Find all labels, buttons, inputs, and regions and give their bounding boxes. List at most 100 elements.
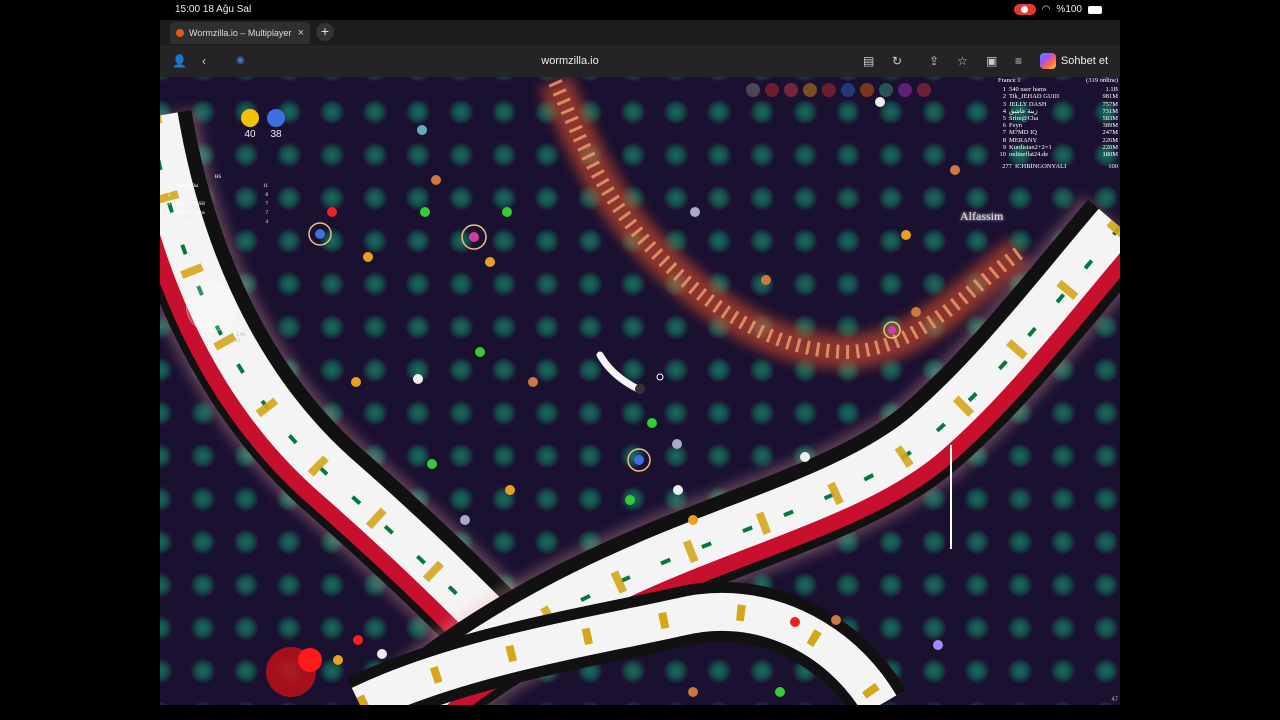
enemy-player-name: Alfassim: [960, 209, 1004, 223]
speed-boost-icon: [241, 109, 259, 127]
leaderboard-score: 389M: [1102, 122, 1118, 130]
speed-boost-count: 40: [244, 129, 256, 140]
address-bar[interactable]: ◉ wormzilla.io: [220, 50, 920, 72]
url-text: wormzilla.io: [541, 55, 599, 67]
magnet-boost: 38: [266, 109, 286, 140]
leaderboard-score: 226M: [1102, 136, 1118, 144]
leaderboard-rank: 10: [999, 151, 1007, 159]
speed-boost: 40: [240, 109, 260, 140]
own-name: ICHBİNGONYALI: [1015, 163, 1067, 171]
status-date: 18 Ağu Sal: [202, 4, 252, 15]
leaderboard-rows: 1 540 user hams 1.1B 2 Tik_JEHAD GUIII 981M 3 J…: [998, 86, 1119, 159]
leaderboard-name: Sri̇̇m@Cha: [1009, 115, 1039, 123]
leaderboard-rank: 8: [1002, 136, 1006, 144]
battery-percent: %100: [1056, 4, 1082, 15]
hs-name: Sri̇̇m@Cha: [176, 184, 199, 189]
hs-title: HS: [214, 175, 222, 180]
leaderboard-row: 2 Tik_JEHAD GUIII 981M: [998, 93, 1118, 100]
hs-rank: 2: [168, 193, 171, 198]
leaderboard-name: زينة عاشق: [1009, 107, 1038, 115]
close-tab-icon[interactable]: ×: [298, 27, 304, 39]
leaderboard-name: Kurdistan2+2=1: [1009, 143, 1052, 151]
powerup-slot-icon: [879, 83, 893, 97]
leaderboard-row: 6 Feyn 389M: [998, 122, 1118, 129]
leaderboard-score: 180M: [1102, 151, 1118, 159]
powerup-slot-icon: [898, 83, 912, 97]
minimap-label: LL: [236, 338, 242, 344]
leaderboard-name: JELLY DASH: [1009, 100, 1047, 108]
leaderboard-score: 757M: [1102, 100, 1118, 108]
back-icon[interactable]: ‹: [202, 54, 206, 68]
tab-wormzilla[interactable]: Wormzilla.io – Multiplayer ×: [170, 22, 310, 44]
leaderboard-row: 4 زينة عاشق 731M: [998, 108, 1118, 115]
hs-name: 540 user hams: [176, 211, 205, 216]
status-time: 15:00: [175, 4, 201, 15]
profile-icon[interactable]: 👤: [172, 54, 187, 68]
leaderboard-rank: 3: [1002, 100, 1006, 108]
reader-mode-icon[interactable]: ▤: [863, 54, 874, 68]
game-canvas[interactable]: 40 38 HS 1 Sri̇̇m@Cha 11 2 8 3 JELLY DASH 7 4 540…: [160, 77, 1120, 705]
hs-row: 5 الكرار 101 4: [168, 218, 268, 227]
reload-icon[interactable]: ↻: [892, 54, 902, 68]
leaderboard-score: 583M: [1102, 115, 1118, 123]
leaderboard-score: 981M: [1102, 93, 1118, 101]
new-tab-button[interactable]: +: [316, 23, 334, 41]
powerup-slot-icon: [822, 83, 836, 97]
leaderboard-own-row: 277 ICHBİNGONYALI 100: [998, 163, 1118, 170]
leaderboard-row: 7 M7MD IQ 247M: [998, 129, 1118, 136]
hs-score: 7: [265, 202, 269, 207]
leaderboard-rank: 6: [1002, 122, 1006, 130]
leaderboard-rank: 5: [1002, 115, 1006, 123]
leaderboard-rank: 1: [1002, 86, 1006, 94]
hs-rank: 5: [168, 220, 171, 225]
own-score: 100: [1108, 163, 1118, 171]
hs-name: JELLY DASH: [176, 202, 205, 207]
chat-button[interactable]: Sohbet et: [1039, 53, 1108, 69]
copilot-icon: [1039, 53, 1056, 69]
bookmark-star-icon[interactable]: ☆: [957, 54, 968, 68]
player-worm: [596, 351, 642, 393]
battery-icon: [1088, 5, 1102, 14]
ipad-screen: 15:00 18 Ağu Sal ◠ %100 Wormzilla.io – M…: [160, 0, 1120, 705]
powerup-slot-icon: [860, 83, 874, 97]
hs-row: 4 540 user hams 7: [168, 209, 268, 218]
menu-icon[interactable]: ≡: [1015, 54, 1022, 68]
hs-name: الكرار 101: [176, 220, 197, 225]
hs-score: 11: [263, 184, 268, 189]
hs-score: 4: [265, 220, 269, 225]
tab-title: Wormzilla.io – Multiplayer: [189, 28, 292, 38]
minimap: [186, 282, 236, 332]
leaderboard-rank: 7: [1002, 129, 1006, 137]
leaderboard-score: 220M: [1102, 143, 1118, 151]
screen-record-icon[interactable]: [1013, 4, 1036, 15]
tabs-icon[interactable]: ▣: [986, 54, 997, 68]
magnet-boost-count: 38: [270, 129, 282, 140]
own-rank: 277: [1002, 163, 1012, 171]
hs-panel: HS 1 Sri̇̇m@Cha 11 2 8 3 JELLY DASH 7 4 540 user …: [168, 173, 268, 227]
hs-rows: 1 Sri̇̇m@Cha 11 2 8 3 JELLY DASH 7 4 540 user ham…: [168, 182, 268, 227]
hs-rank: 3: [168, 202, 171, 207]
hs-row: 3 JELLY DASH 7: [168, 200, 268, 209]
boost-gauge: [950, 445, 952, 549]
site-info-icon[interactable]: ◉: [236, 50, 245, 72]
leaderboard-row: 3 JELLY DASH 757M: [998, 101, 1118, 108]
hs-rank: 1: [168, 184, 171, 189]
status-bar: 15:00 18 Ağu Sal ◠ %100: [160, 0, 1120, 20]
leaderboard-rank: 9: [1002, 143, 1006, 151]
powerup-slot-icon: [765, 83, 779, 97]
leaderboard-row: 8 MERANY 226M: [998, 137, 1118, 144]
leaderboard-name: MERANY: [1009, 136, 1038, 144]
leaderboard-rank: 2: [1002, 93, 1006, 101]
tab-bar: Wormzilla.io – Multiplayer × +: [160, 20, 1120, 45]
joystick-knob[interactable]: [298, 648, 322, 672]
leaderboard: France 1 (319 online) 1 540 user hams 1.1B…: [998, 77, 1118, 170]
hs-row: 28: [168, 191, 268, 200]
hs-row: 1 Sri̇̇m@Cha 11: [168, 182, 268, 191]
powerup-slot-icon: [746, 83, 760, 97]
powerup-slot-icon: [784, 83, 798, 97]
leaderboard-name: Feyn: [1009, 122, 1022, 130]
aim-cursor: [656, 373, 664, 381]
leaderboard-score: 247M: [1102, 129, 1118, 137]
browser-toolbar: 👤 ‹ ◉ wormzilla.io ▤ ↻ ⇪ ☆ ▣ ≡ Sohbet et: [160, 45, 1120, 77]
share-icon[interactable]: ⇪: [929, 54, 939, 68]
